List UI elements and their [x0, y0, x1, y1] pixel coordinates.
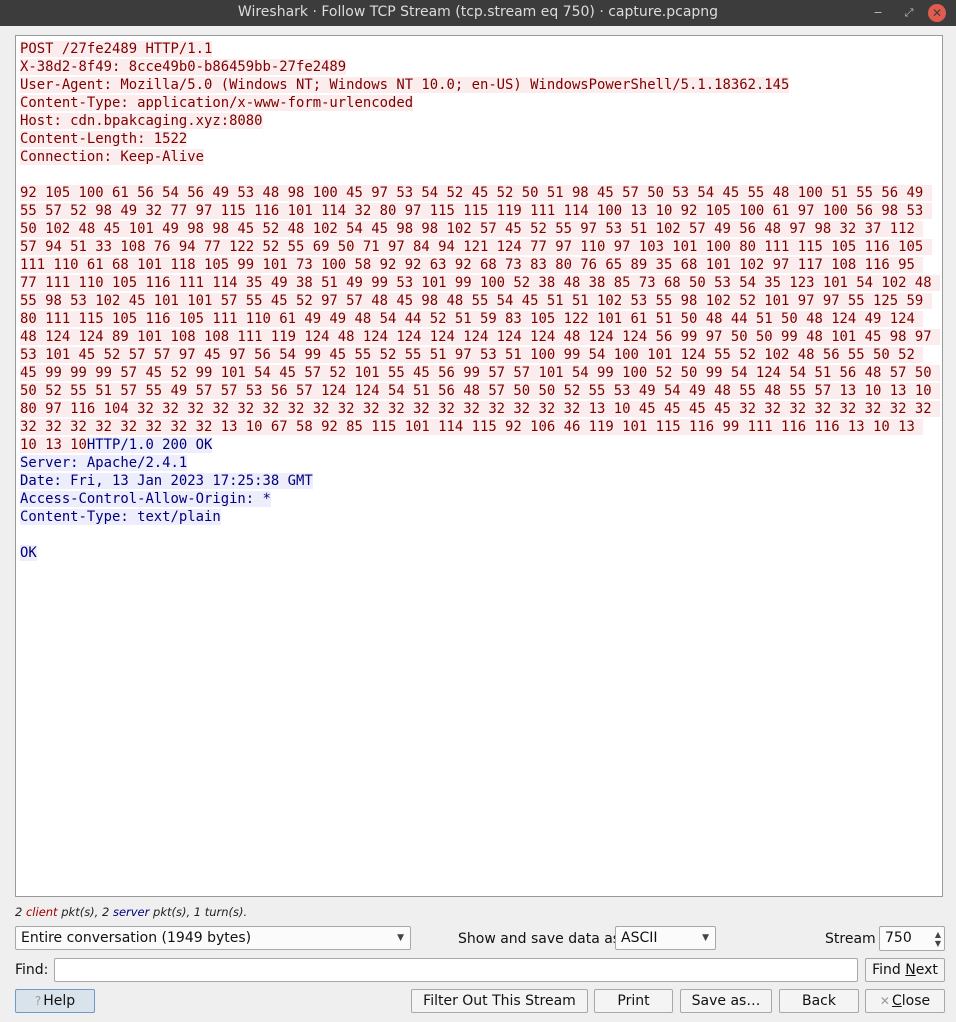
conversation-select[interactable]: Entire conversation (1949 bytes) ▼	[15, 926, 411, 950]
help-label: Help	[43, 993, 76, 1009]
save-as-button[interactable]: Save as…	[680, 989, 772, 1013]
chevron-down-icon: ▼	[397, 933, 404, 943]
filter-out-stream-button[interactable]: Filter Out This Stream	[411, 989, 588, 1013]
client-label: client	[25, 905, 58, 919]
show-data-as-label: Show and save data as	[458, 931, 621, 947]
packet-summary: 2 client pkt(s), 2 server pkt(s), 1 turn…	[15, 905, 247, 919]
print-button[interactable]: Print	[594, 989, 673, 1013]
data-format-value: ASCII	[621, 930, 658, 946]
maximize-icon[interactable]: ⤢	[899, 3, 919, 23]
window-close-icon[interactable]: ✕	[928, 4, 946, 22]
close-button[interactable]: ✕ Close	[865, 989, 945, 1013]
help-circle-icon: ?	[34, 994, 42, 1008]
stream-content-area[interactable]: POST /27fe2489 HTTP/1.1 X-38d2-8f49: 8cc…	[15, 35, 943, 897]
close-label: lose	[901, 993, 931, 1009]
back-button[interactable]: Back	[779, 989, 859, 1013]
stream-text[interactable]: POST /27fe2489 HTTP/1.1 X-38d2-8f49: 8cc…	[20, 40, 940, 562]
server-packet-count: pkt(s), 2	[61, 905, 110, 919]
chevron-down-icon: ▼	[702, 933, 709, 943]
help-button[interactable]: ? Help	[15, 989, 95, 1013]
client-request-text: POST /27fe2489 HTTP/1.1 X-38d2-8f49: 8cc…	[20, 41, 940, 453]
window-title: Wireshark · Follow TCP Stream (tcp.strea…	[237, 4, 719, 20]
title-bar: Wireshark · Follow TCP Stream (tcp.strea…	[0, 0, 956, 26]
server-response-text: HTTP/1.0 200 OK Server: Apache/2.4.1 Dat…	[20, 437, 313, 561]
spin-up-icon[interactable]: ▲	[935, 930, 941, 939]
find-next-accel: N	[905, 962, 916, 978]
find-next-label-rest: ext	[915, 962, 938, 978]
find-input[interactable]	[54, 958, 858, 982]
stream-number-value: 750	[885, 930, 912, 946]
close-accel: C	[891, 993, 902, 1009]
stream-label: Stream	[825, 931, 876, 947]
turn-summary: pkt(s), 1 turn(s).	[153, 905, 248, 919]
minimize-icon[interactable]: ‒	[868, 3, 888, 23]
client-packet-count: 2	[15, 905, 23, 919]
conversation-select-value: Entire conversation (1949 bytes)	[21, 930, 252, 946]
stream-number-spinbox[interactable]: 750 ▲ ▼	[879, 926, 945, 951]
data-format-select[interactable]: ASCII ▼	[615, 926, 716, 950]
server-label: server	[112, 905, 150, 919]
spin-down-icon[interactable]: ▼	[935, 939, 941, 948]
close-x-icon: ✕	[879, 994, 890, 1008]
find-next-button[interactable]: Find Next	[865, 958, 945, 982]
find-next-label: Find	[872, 962, 906, 978]
find-label: Find:	[15, 962, 49, 978]
